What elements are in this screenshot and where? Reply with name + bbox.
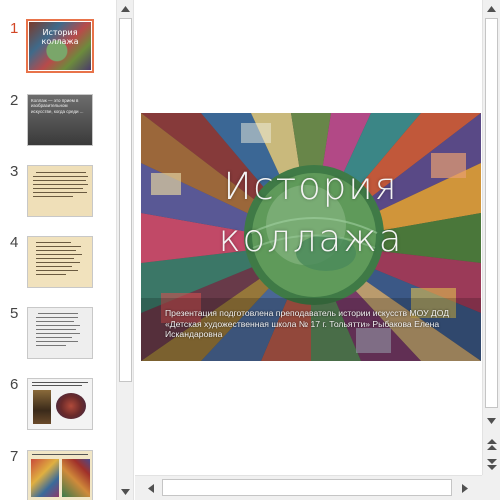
scrollbar-thumb[interactable] bbox=[162, 479, 452, 496]
thumbnail-background bbox=[28, 237, 92, 287]
thumbnail-slide-3[interactable]: 3 bbox=[0, 163, 116, 233]
thumbnail-slide-6[interactable]: 6 bbox=[0, 376, 116, 446]
thumbnail-frame[interactable] bbox=[27, 165, 93, 217]
previous-slide-button[interactable] bbox=[483, 436, 500, 453]
text-line bbox=[36, 242, 71, 243]
scroll-up-arrow-icon bbox=[487, 5, 496, 12]
scroll-up-arrow-icon bbox=[121, 5, 130, 12]
scrollbar-thumb[interactable] bbox=[119, 18, 132, 382]
scroll-up-button[interactable] bbox=[117, 0, 134, 17]
scrollbar-thumb[interactable] bbox=[485, 18, 498, 408]
scroll-down-arrow-icon bbox=[487, 417, 496, 424]
text-line bbox=[36, 325, 80, 326]
text-line bbox=[32, 385, 82, 386]
text-line bbox=[36, 262, 80, 263]
text-line bbox=[33, 180, 86, 181]
thumbnail-image bbox=[33, 390, 51, 424]
vertical-scrollbar[interactable] bbox=[482, 0, 500, 475]
thumbnail-background bbox=[28, 451, 92, 500]
scrollbar-corner bbox=[482, 475, 500, 500]
text-line bbox=[36, 329, 76, 330]
text-line bbox=[38, 313, 78, 314]
thumbnail-slide-7[interactable]: 7 bbox=[0, 448, 116, 500]
slide-number: 3 bbox=[10, 163, 19, 180]
slide-number: 1 bbox=[10, 20, 19, 37]
current-slide[interactable]: История коллажа Презентация подготовлена… bbox=[141, 113, 481, 361]
thumbnail-text: Коллаж — это прием в изобразительном иск… bbox=[31, 98, 84, 114]
text-line bbox=[33, 176, 88, 177]
text-line bbox=[32, 454, 88, 455]
slide-thumbnail-pane: 1 История коллажа 2 Коллаж — это прием в… bbox=[0, 0, 116, 500]
scroll-down-arrow-icon bbox=[121, 488, 130, 495]
next-slide-button[interactable] bbox=[483, 455, 500, 472]
thumbnail-frame[interactable]: История коллажа bbox=[26, 19, 94, 73]
slide-title-line-1[interactable]: История bbox=[141, 165, 481, 208]
text-line bbox=[33, 196, 73, 197]
text-line bbox=[36, 246, 81, 247]
text-line bbox=[36, 337, 72, 338]
scroll-down-button[interactable] bbox=[117, 483, 134, 500]
slide-number: 7 bbox=[10, 448, 19, 465]
thumbnail-title: История коллажа bbox=[41, 28, 79, 46]
thumbnail-background bbox=[28, 166, 92, 216]
slide-number: 2 bbox=[10, 92, 19, 109]
text-line bbox=[36, 321, 74, 322]
scroll-right-button[interactable] bbox=[457, 480, 473, 496]
thumbnail-image bbox=[62, 459, 90, 497]
thumbnail-frame[interactable] bbox=[27, 450, 93, 500]
slide-number: 5 bbox=[10, 305, 19, 322]
slide-number: 4 bbox=[10, 234, 19, 251]
thumbnail-background: Коллаж — это прием в изобразительном иск… bbox=[28, 95, 92, 145]
slide-subtitle[interactable]: Презентация подготовлена преподаватель и… bbox=[165, 308, 465, 340]
next-slide-icon bbox=[486, 458, 497, 470]
thumbnail-frame[interactable] bbox=[27, 236, 93, 288]
thumbnail-slide-5[interactable]: 5 bbox=[0, 305, 116, 375]
scroll-left-arrow-icon bbox=[148, 483, 154, 493]
text-line bbox=[36, 250, 76, 251]
thumbnail-background bbox=[28, 308, 92, 358]
thumbnail-slide-2[interactable]: 2 Коллаж — это прием в изобразительном и… bbox=[0, 92, 116, 162]
thumbnail-slide-1[interactable]: 1 История коллажа bbox=[0, 19, 116, 90]
thumbnail-frame[interactable]: Коллаж — это прием в изобразительном иск… bbox=[27, 94, 93, 146]
previous-slide-icon bbox=[486, 438, 497, 450]
thumbnail-frame[interactable] bbox=[27, 307, 93, 359]
text-line bbox=[33, 192, 87, 193]
thumbnail-scrollbar[interactable] bbox=[116, 0, 134, 500]
thumbnail-background bbox=[28, 379, 92, 429]
thumbnail-slide-4[interactable]: 4 bbox=[0, 234, 116, 304]
thumbnail-frame[interactable] bbox=[27, 378, 93, 430]
text-line bbox=[36, 341, 78, 342]
scroll-left-button[interactable] bbox=[143, 480, 159, 496]
text-line bbox=[36, 333, 80, 334]
text-line bbox=[36, 172, 86, 173]
text-line bbox=[36, 345, 66, 346]
scroll-right-arrow-icon bbox=[462, 483, 468, 493]
text-line bbox=[36, 274, 66, 275]
thumbnail-collage-image: История коллажа bbox=[29, 22, 91, 70]
slide-number: 6 bbox=[10, 376, 19, 393]
thumbnail-image bbox=[56, 393, 86, 419]
text-line bbox=[36, 266, 72, 267]
thumbnail-image bbox=[31, 459, 59, 497]
horizontal-scrollbar[interactable] bbox=[135, 475, 482, 500]
slide-editing-area: История коллажа Презентация подготовлена… bbox=[135, 0, 482, 475]
slide-title-line-2[interactable]: коллажа bbox=[141, 217, 481, 260]
scroll-up-button[interactable] bbox=[483, 0, 500, 17]
text-line bbox=[36, 270, 78, 271]
text-line bbox=[32, 382, 88, 383]
text-line bbox=[33, 184, 88, 185]
text-line bbox=[33, 188, 83, 189]
text-line bbox=[36, 258, 74, 259]
powerpoint-normal-view: 1 История коллажа 2 Коллаж — это прием в… bbox=[0, 0, 500, 500]
text-line bbox=[36, 254, 82, 255]
text-line bbox=[36, 317, 78, 318]
scroll-down-button[interactable] bbox=[483, 412, 500, 429]
